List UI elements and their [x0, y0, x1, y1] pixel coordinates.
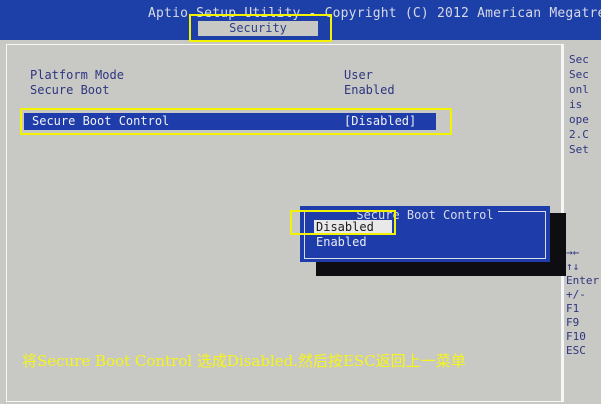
key-hint-select-item: ↑↓ [566, 260, 580, 273]
help-line: ope [569, 113, 589, 126]
help-line: Sec [569, 53, 589, 66]
help-line: Set [569, 143, 589, 156]
popup-option-enabled[interactable]: Enabled [314, 235, 367, 250]
tab-highlight-outline [189, 14, 332, 42]
secure-boot-label: Secure Boot [30, 83, 110, 97]
help-line: onl [569, 83, 589, 96]
key-hints-panel: →← ↑↓ Enter +/- F1 F9 F10 ESC [566, 246, 601, 358]
key-hint-f10: F10 [566, 330, 586, 343]
secure-boot-value: Enabled [344, 83, 395, 97]
bios-screen: Aptio Setup Utility - Copyright (C) 2012… [0, 0, 601, 404]
key-hint-enter: Enter [566, 274, 600, 287]
key-hint-f1: F1 [566, 302, 580, 315]
option-highlight-outline [290, 210, 396, 235]
key-hint-change: +/- [566, 288, 586, 301]
platform-mode-label: Platform Mode [30, 68, 124, 82]
key-hint-select-screen: →← [566, 246, 580, 259]
instruction-caption: 将Secure Boot Control 选成Disabled.然后按ESC返回… [22, 352, 466, 370]
help-line: 2.C [569, 128, 589, 141]
key-hint-esc: ESC [566, 344, 586, 357]
help-line: Sec [569, 68, 589, 81]
key-hint-f9: F9 [566, 316, 580, 329]
help-text-panel: Sec Sec onl is ope 2.C Set [569, 52, 601, 157]
platform-mode-value: User [344, 68, 373, 82]
row-highlight-outline [20, 108, 452, 135]
help-line: is [569, 98, 583, 111]
